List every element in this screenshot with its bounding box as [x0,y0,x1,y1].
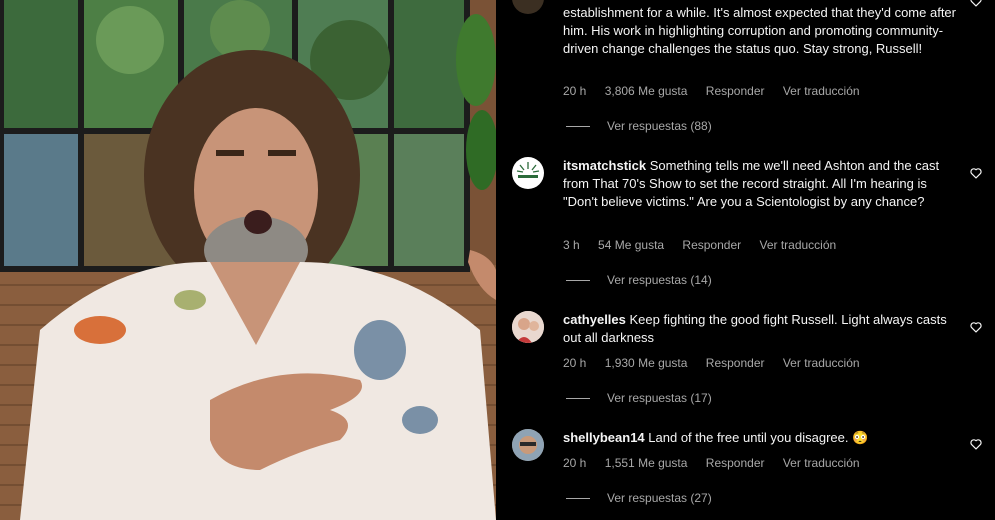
comment-time: 20 h [563,456,587,470]
avatar-logo-icon [516,162,540,178]
comment-username[interactable]: itsmatchstick [563,158,646,173]
replies-divider [566,280,590,282]
like-count[interactable]: 54 Me gusta [598,238,664,252]
translate-button[interactable]: Ver traducción [783,356,860,370]
avatar[interactable] [512,429,544,461]
view-replies-label: Ver respuestas (88) [607,119,712,133]
comment-meta: 3 h 54 Me gusta Responder Ver traducción [563,238,851,252]
post-video-frame [0,0,496,520]
post-media[interactable] [0,0,496,520]
reply-button[interactable]: Responder [706,456,765,470]
comment-meta: 20 h 1,930 Me gusta Responder Ver traduc… [563,356,875,370]
reply-button[interactable]: Responder [706,356,765,370]
comment-time: 20 h [563,84,587,98]
comment-meta: 20 h 3,806 Me gusta Responder Ver traduc… [563,84,875,98]
replies-divider [566,498,590,500]
view-replies-label: Ver respuestas (14) [607,273,712,287]
comment-body: shellybean14 Land of the free until you … [563,429,958,447]
avatar-photo [512,429,544,461]
comment-time: 20 h [563,356,587,370]
comment-meta: 20 h 1,551 Me gusta Responder Ver traduc… [563,456,875,470]
like-count[interactable]: 3,806 Me gusta [605,84,688,98]
comment-text: Land of the free until you disagree. 😳 [648,430,869,445]
comments-panel[interactable]: establishment for a while. It's almost e… [496,0,995,520]
translate-button[interactable]: Ver traducción [783,456,860,470]
avatar[interactable] [512,0,544,14]
view-replies-button[interactable]: Ver respuestas (17) [566,391,712,405]
heart-outline-icon[interactable] [969,437,983,451]
like-count[interactable]: 1,551 Me gusta [605,456,688,470]
comment-time: 3 h [563,238,580,252]
comment-body: itsmatchstick Something tells me we'll n… [563,157,958,211]
view-replies-label: Ver respuestas (27) [607,491,712,505]
comment-username[interactable]: shellybean14 [563,430,645,445]
translate-button[interactable]: Ver traducción [759,238,836,252]
comment-body: cathyelles Keep fighting the good fight … [563,311,958,347]
replies-divider [566,126,590,128]
view-replies-button[interactable]: Ver respuestas (14) [566,273,712,287]
comment-username[interactable]: cathyelles [563,312,626,327]
reply-button[interactable]: Responder [706,84,765,98]
avatar[interactable] [512,311,544,343]
comment-text: establishment for a while. It's almost e… [563,5,956,56]
like-count[interactable]: 1,930 Me gusta [605,356,688,370]
avatar[interactable] [512,157,544,189]
reply-button[interactable]: Responder [682,238,741,252]
avatar-photo [512,311,544,343]
translate-button[interactable]: Ver traducción [783,84,860,98]
heart-outline-icon[interactable] [969,0,983,8]
view-replies-button[interactable]: Ver respuestas (27) [566,491,712,505]
replies-divider [566,398,590,400]
heart-outline-icon[interactable] [969,320,983,334]
view-replies-button[interactable]: Ver respuestas (88) [566,119,712,133]
heart-outline-icon[interactable] [969,166,983,180]
view-replies-label: Ver respuestas (17) [607,391,712,405]
